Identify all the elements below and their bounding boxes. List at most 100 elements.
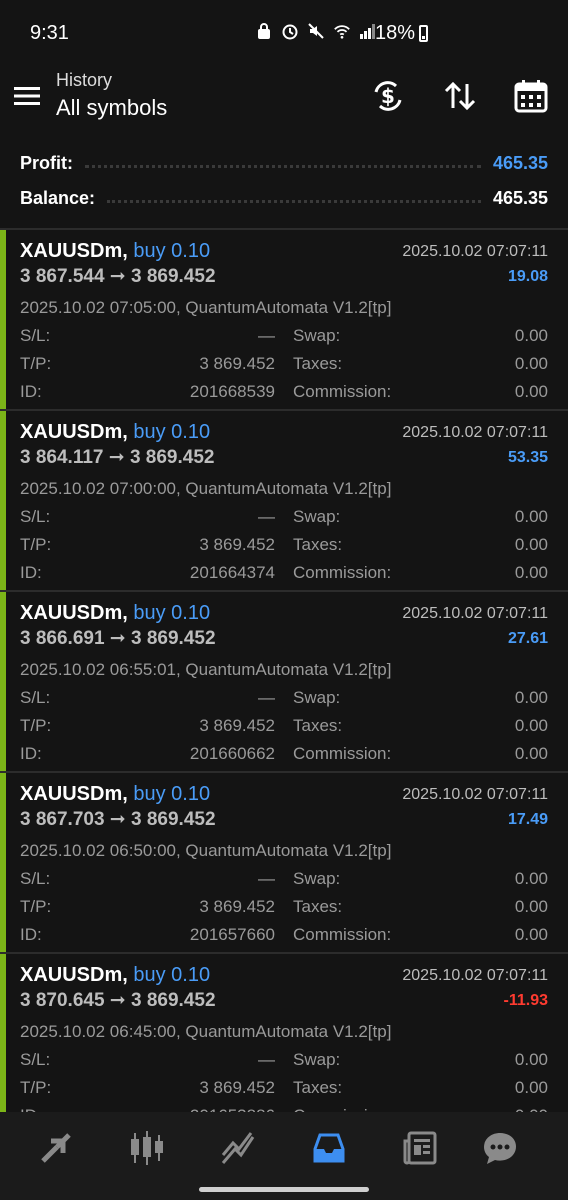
deal-open-info: 2025.10.02 06:55:01, QuantumAutomata V1.… xyxy=(20,660,392,679)
deal-symbol: XAUUSDm, xyxy=(20,240,128,262)
tp-value: 3 869.452 xyxy=(199,897,275,916)
deal-symbol-line: XAUUSDm, buy 0.10 xyxy=(20,964,210,987)
deal-detail-row: ID: 201660662 Commission: 0.00 xyxy=(20,744,548,766)
commission-label: Commission: xyxy=(293,563,392,582)
swap-label: Swap: xyxy=(293,688,341,707)
deal-side-bar xyxy=(0,954,6,1112)
deal-detail-row: T/P: 3 869.452 Taxes: 0.00 xyxy=(20,354,548,376)
deal-detail-row: S/L: — Swap: 0.00 xyxy=(20,688,548,710)
deal-item[interactable]: XAUUSDm, buy 0.10 3 870.645 ➞ 3 869.452 20… xyxy=(0,954,568,1112)
taxes-value: 0.00 xyxy=(514,716,548,735)
deal-close-time: 2025.10.02 07:07:11 xyxy=(402,786,548,803)
battery-indicator: 18% xyxy=(375,22,429,45)
taxes-label: Taxes: xyxy=(293,1078,343,1097)
sl-label: S/L: xyxy=(20,688,51,707)
deals-list[interactable]: XAUUSDm, buy 0.10 3 867.544 ➞ 3 869.452 20… xyxy=(0,230,568,1112)
deal-open-info: 2025.10.02 07:05:00, QuantumAutomata V1.… xyxy=(20,298,392,317)
chat-icon[interactable] xyxy=(480,1128,520,1168)
balance-value: 465.35 xyxy=(492,187,548,208)
deal-side-bar xyxy=(0,592,6,771)
status-icons xyxy=(255,22,377,40)
deal-item[interactable]: XAUUSDm, buy 0.10 3 867.544 ➞ 3 869.452 20… xyxy=(0,230,568,411)
id-value: 201664374 xyxy=(189,563,275,582)
deal-open-info: 2025.10.02 06:45:00, QuantumAutomata V1.… xyxy=(20,1022,392,1041)
wifi-icon xyxy=(333,22,351,40)
calendar-icon[interactable] xyxy=(513,78,549,114)
deal-detail-row: S/L: — Swap: 0.00 xyxy=(20,1050,548,1072)
deal-item[interactable]: XAUUSDm, buy 0.10 3 866.691 ➞ 3 869.452 20… xyxy=(0,592,568,773)
page-subtitle: History xyxy=(56,70,113,90)
deal-detail-row: S/L: — Swap: 0.00 xyxy=(20,869,548,891)
deal-profit: 27.61 xyxy=(507,630,548,647)
taxes-label: Taxes: xyxy=(293,897,343,916)
deal-item[interactable]: XAUUSDm, buy 0.10 3 864.117 ➞ 3 869.452 20… xyxy=(0,411,568,592)
taxes-value: 0.00 xyxy=(514,535,548,554)
deal-detail-row: ID: 201664374 Commission: 0.00 xyxy=(20,563,548,585)
deal-symbol: XAUUSDm, xyxy=(20,602,128,624)
deal-close-time: 2025.10.02 07:07:11 xyxy=(402,605,548,622)
balance-label: Balance: xyxy=(20,187,96,208)
swap-value: 0.00 xyxy=(514,326,548,345)
deal-prices: 3 866.691 ➞ 3 869.452 xyxy=(20,628,216,649)
battery-percent: 18% xyxy=(375,22,416,44)
deal-side: buy 0.10 xyxy=(133,964,211,986)
page-title[interactable]: All symbols xyxy=(56,95,167,121)
deal-side: buy 0.10 xyxy=(133,421,211,443)
deals-filter-dollar-icon[interactable]: $ xyxy=(370,78,406,114)
top-app-bar: History All symbols $ xyxy=(0,62,568,142)
deal-prices: 3 864.117 ➞ 3 869.452 xyxy=(20,447,215,468)
tp-label: T/P: xyxy=(20,1078,52,1097)
deal-item[interactable]: XAUUSDm, buy 0.10 3 867.703 ➞ 3 869.452 20… xyxy=(0,773,568,954)
news-icon[interactable] xyxy=(400,1128,440,1168)
gesture-home-bar[interactable] xyxy=(199,1187,369,1192)
sl-value: — xyxy=(258,869,275,888)
swap-value: 0.00 xyxy=(514,869,548,888)
sl-label: S/L: xyxy=(20,869,51,888)
id-value: 201660662 xyxy=(189,744,275,763)
deal-symbol: XAUUSDm, xyxy=(20,964,128,986)
commission-label: Commission: xyxy=(293,925,392,944)
chart-icon[interactable] xyxy=(218,1128,258,1168)
deal-detail-row: ID: 201668539 Commission: 0.00 xyxy=(20,382,548,404)
commission-value: 0.00 xyxy=(514,925,548,944)
deal-symbol-line: XAUUSDm, buy 0.10 xyxy=(20,421,210,444)
commission-value: 0.00 xyxy=(514,382,548,401)
sort-icon[interactable] xyxy=(442,78,478,114)
bottom-navigation xyxy=(0,1112,568,1200)
deal-prices: 3 867.703 ➞ 3 869.452 xyxy=(20,809,216,830)
deal-symbol-line: XAUUSDm, buy 0.10 xyxy=(20,602,210,625)
deal-detail-row: T/P: 3 869.452 Taxes: 0.00 xyxy=(20,716,548,738)
deal-detail-row: T/P: 3 869.452 Taxes: 0.00 xyxy=(20,897,548,919)
tp-value: 3 869.452 xyxy=(199,716,275,735)
deal-symbol: XAUUSDm, xyxy=(20,421,128,443)
id-label: ID: xyxy=(20,925,42,944)
commission-label: Commission: xyxy=(293,382,392,401)
deal-side-bar xyxy=(0,411,6,590)
swap-label: Swap: xyxy=(293,1050,341,1069)
history-inbox-icon[interactable] xyxy=(309,1128,349,1168)
balance-row: Balance: 465.35 xyxy=(20,183,548,213)
deal-detail-row: S/L: — Swap: 0.00 xyxy=(20,507,548,529)
taxes-label: Taxes: xyxy=(293,716,343,735)
swap-label: Swap: xyxy=(293,326,341,345)
menu-icon[interactable] xyxy=(14,84,42,108)
deal-close-time: 2025.10.02 07:07:11 xyxy=(402,967,548,984)
quotes-icon[interactable] xyxy=(127,1128,167,1168)
status-time: 9:31 xyxy=(30,22,69,44)
swap-value: 0.00 xyxy=(514,507,548,526)
deal-detail-row: S/L: — Swap: 0.00 xyxy=(20,326,548,348)
taxes-value: 0.00 xyxy=(514,897,548,916)
commission-value: 0.00 xyxy=(514,744,548,763)
deal-prices: 3 870.645 ➞ 3 869.452 xyxy=(20,990,216,1011)
deal-open-info: 2025.10.02 07:00:00, QuantumAutomata V1.… xyxy=(20,479,392,498)
deal-side: buy 0.10 xyxy=(133,602,211,624)
tp-value: 3 869.452 xyxy=(199,535,275,554)
swap-value: 0.00 xyxy=(514,688,548,707)
account-summary: Profit: 465.35 Balance: 465.35 xyxy=(0,142,568,228)
swap-label: Swap: xyxy=(293,507,341,526)
deal-side-bar xyxy=(0,230,6,409)
trade-icon[interactable] xyxy=(36,1128,76,1168)
taxes-label: Taxes: xyxy=(293,535,343,554)
deal-close-time: 2025.10.02 07:07:11 xyxy=(402,243,548,260)
id-label: ID: xyxy=(20,563,42,582)
